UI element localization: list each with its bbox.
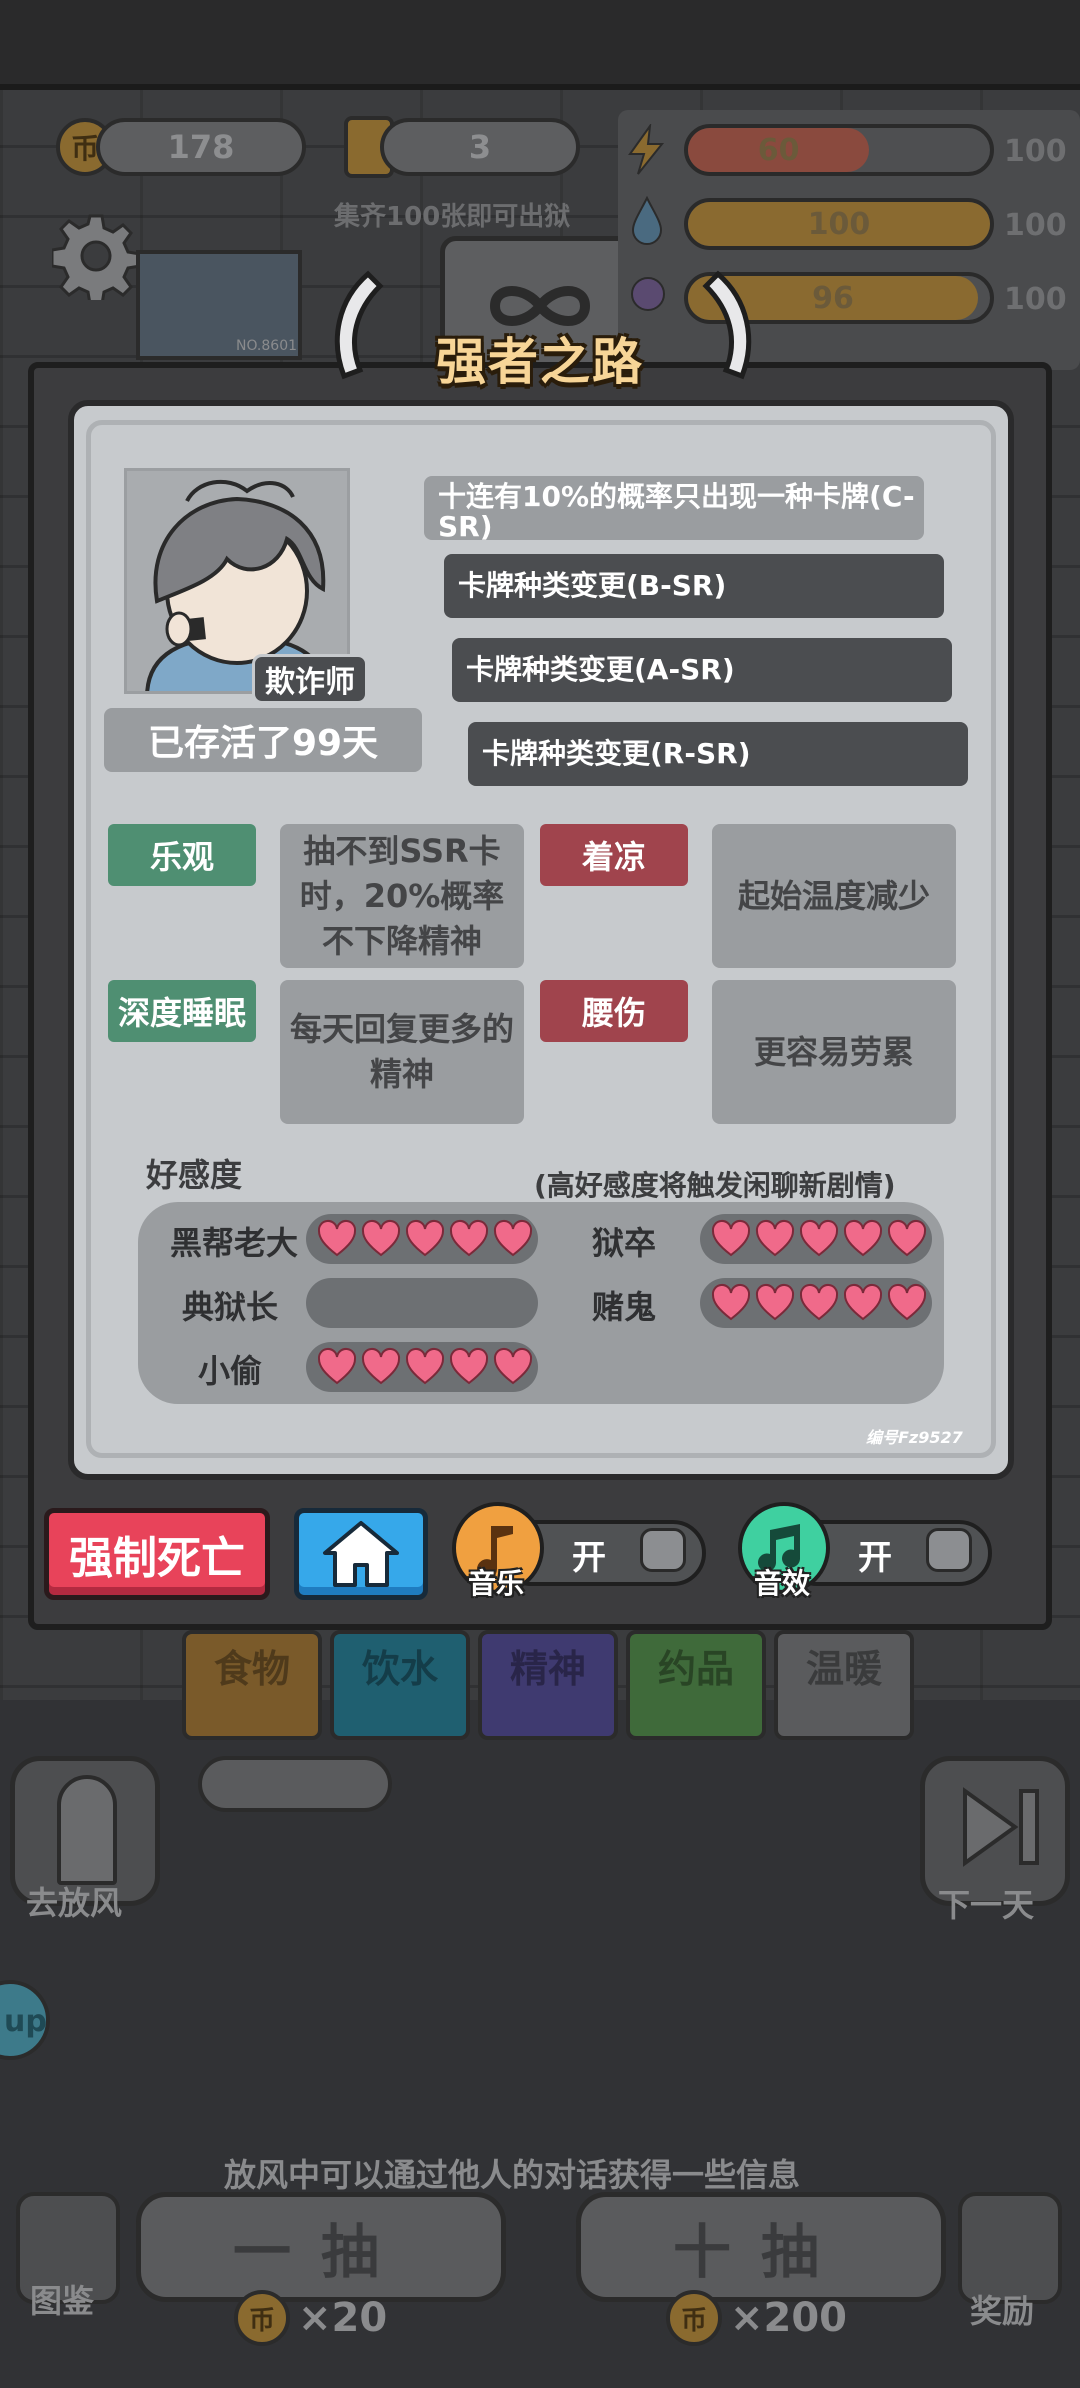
home-button[interactable] — [294, 1508, 428, 1600]
sfx-toggle-knob[interactable] — [926, 1528, 972, 1572]
heart-icon — [711, 1284, 751, 1321]
side-up-text: up — [4, 2004, 47, 2039]
coin-count: 178 — [96, 118, 306, 176]
water-bar: 100 — [684, 198, 994, 250]
npc-name-warden: 典狱长 — [181, 1288, 278, 1326]
role-badge: 欺诈师 — [252, 654, 368, 704]
heart-icon — [843, 1284, 883, 1321]
hearts-thief — [306, 1342, 538, 1392]
heart-icon — [799, 1284, 839, 1321]
serial-number: 编号Fz9527 — [866, 1428, 963, 1447]
draw-one-price: 币 ×20 — [234, 2290, 387, 2346]
energy-bar-fill: 60 — [688, 128, 870, 172]
codex-label: 图鉴 — [30, 2282, 95, 2320]
heart-icon — [887, 1284, 927, 1321]
yard-tip: 放风中可以通过他人的对话获得一些信息 — [224, 2156, 801, 2194]
food-icon — [628, 268, 668, 318]
collect-hint: 集齐100张即可出狱 — [334, 202, 571, 232]
hearts-warden — [306, 1278, 538, 1328]
prisoner-photo: NO.8601 — [136, 250, 302, 360]
coin-icon: 币 — [666, 2290, 722, 2346]
trait-cold-desc: 起始温度减少 — [712, 824, 956, 968]
tab-warmth[interactable]: 温暖 — [774, 1630, 914, 1740]
trait-optimistic: 乐观 — [108, 824, 256, 886]
hearts-gang-boss — [306, 1214, 538, 1264]
music-toggle-knob[interactable] — [640, 1528, 686, 1572]
draw-one-button[interactable]: 一抽 — [136, 2192, 506, 2302]
ability-2: 卡牌种类变更(B-SR) — [444, 554, 944, 618]
npc-name-thief: 小偷 — [197, 1352, 262, 1390]
music-state: 开 — [572, 1538, 606, 1578]
coin-icon: 币 — [234, 2290, 290, 2346]
heart-icon — [317, 1348, 357, 1385]
tab-medicine[interactable]: 约品 — [626, 1630, 766, 1740]
heart-icon — [361, 1348, 401, 1385]
food-max: 100 — [1004, 282, 1067, 317]
door-icon — [57, 1775, 117, 1885]
heart-icon — [887, 1220, 927, 1257]
tab-food[interactable]: 食物 — [182, 1630, 322, 1740]
sfx-state: 开 — [858, 1538, 892, 1578]
heart-icon — [843, 1220, 883, 1257]
ability-3: 卡牌种类变更(A-SR) — [452, 638, 952, 702]
tab-spirit[interactable]: 精神 — [478, 1630, 618, 1740]
settings-gear-icon[interactable] — [50, 212, 142, 306]
music-label: 音乐 — [468, 1567, 525, 1600]
heart-icon — [493, 1348, 533, 1385]
heart-icon — [317, 1220, 357, 1257]
trait-deep-sleep: 深度睡眠 — [108, 980, 256, 1042]
skip-icon — [963, 1787, 1039, 1867]
reward-label: 奖励 — [970, 2292, 1035, 2330]
water-bar-fill: 100 — [688, 202, 990, 246]
npc-name-guard: 狱卒 — [591, 1224, 656, 1262]
npc-name-gang-boss: 黑帮老大 — [169, 1224, 298, 1262]
heart-icon — [449, 1348, 489, 1385]
hearts-gambler — [700, 1278, 932, 1328]
draw-ten-button[interactable]: 十抽 — [576, 2192, 946, 2302]
heart-icon — [405, 1220, 445, 1257]
next-day-label: 下一天 — [938, 1886, 1035, 1924]
background-roof — [0, 0, 1080, 90]
trait-back-injury-desc: 更容易劳累 — [712, 980, 956, 1124]
trait-back-injury: 腰伤 — [540, 980, 688, 1042]
heart-icon — [711, 1220, 751, 1257]
days-survived: 已存活了99天 — [104, 708, 422, 772]
trait-optimistic-desc: 抽不到SSR卡时，20%概率不下降精神 — [280, 824, 524, 968]
heart-icon — [755, 1284, 795, 1321]
home-icon — [323, 1521, 399, 1587]
ability-4: 卡牌种类变更(R-SR) — [468, 722, 968, 786]
tab-water[interactable]: 饮水 — [330, 1630, 470, 1740]
heart-icon — [799, 1220, 839, 1257]
affinity-title: 好感度 — [146, 1156, 243, 1194]
water-icon — [630, 195, 664, 246]
force-death-button[interactable]: 强制死亡 — [44, 1508, 270, 1600]
affinity-note: (高好感度将触发闲聊新剧情) — [534, 1169, 896, 1202]
dialog-title: 强者之路 — [436, 333, 644, 391]
trait-deep-sleep-desc: 每天回复更多的精神 — [280, 980, 524, 1124]
trait-cold: 着凉 — [540, 824, 688, 886]
ability-1: 十连有10%的概率只出现一种卡牌(C-SR) — [424, 476, 924, 542]
go-yard-label: 去放风 — [26, 1884, 123, 1922]
energy-max: 100 — [1004, 134, 1067, 169]
heart-icon — [755, 1220, 795, 1257]
npc-name-gambler: 赌鬼 — [591, 1288, 656, 1326]
sfx-label: 音效 — [754, 1567, 811, 1600]
npc-thought-bubble — [198, 1756, 392, 1812]
water-max: 100 — [1004, 208, 1067, 243]
heart-icon — [449, 1220, 489, 1257]
heart-icon — [405, 1348, 445, 1385]
heart-icon — [361, 1220, 401, 1257]
hearts-guard — [700, 1214, 932, 1264]
ticket-count: 3 — [380, 118, 580, 176]
energy-icon — [626, 122, 666, 176]
draw-ten-price: 币 ×200 — [666, 2290, 847, 2346]
prisoner-number: NO.8601 — [236, 338, 298, 354]
energy-bar: 60 — [684, 124, 994, 176]
